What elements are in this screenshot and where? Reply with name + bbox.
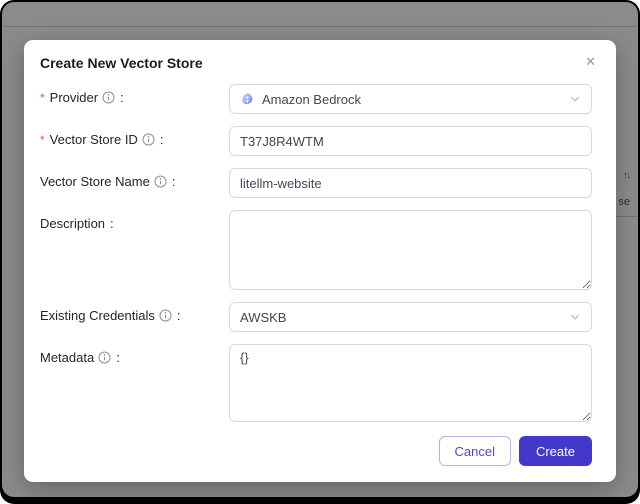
provider-selected-value: Amazon Bedrock (262, 91, 361, 107)
existing-credentials-field-row: Existing Credentials : AWSKB (40, 302, 592, 332)
vector-store-id-input[interactable] (229, 126, 592, 156)
description-field-row: Description : (40, 210, 592, 290)
provider-select[interactable]: Amazon Bedrock (229, 84, 592, 114)
description-label: Description : (40, 216, 114, 231)
background-table-divider (614, 216, 638, 217)
vector-store-id-label: * Vector Store ID : (40, 132, 164, 147)
modal-body: * Provider : Amazon Bedrock * Vector Sto… (24, 73, 616, 422)
create-button[interactable]: Create (518, 436, 592, 466)
metadata-textarea[interactable]: {} (229, 344, 592, 422)
metadata-field-row: Metadata : {} (40, 344, 592, 422)
modal-header: Create New Vector Store ✕ (24, 40, 616, 73)
info-icon[interactable] (142, 133, 155, 146)
existing-credentials-select[interactable]: AWSKB (229, 302, 592, 332)
info-icon[interactable] (159, 309, 172, 322)
modal-footer: Cancel Create (24, 434, 616, 482)
info-icon[interactable] (102, 91, 115, 104)
background-sort-icon: ↑↓ (623, 170, 631, 181)
modal-title: Create New Vector Store (40, 55, 203, 71)
screenshot-frame: ↑↓ se Create New Vector Store ✕ * Provid… (0, 0, 640, 504)
description-textarea[interactable] (229, 210, 592, 290)
vector-store-id-field-row: * Vector Store ID : (40, 126, 592, 156)
chevron-down-icon (569, 311, 581, 323)
create-vector-store-modal: Create New Vector Store ✕ * Provider : A… (24, 40, 616, 482)
chevron-down-icon (569, 93, 581, 105)
info-icon[interactable] (154, 175, 167, 188)
provider-field-row: * Provider : Amazon Bedrock (40, 84, 592, 114)
app-window: ↑↓ se Create New Vector Store ✕ * Provid… (2, 2, 638, 497)
existing-credentials-selected-value: AWSKB (240, 309, 287, 325)
metadata-label: Metadata : (40, 350, 120, 365)
info-icon[interactable] (98, 351, 111, 364)
close-icon[interactable]: ✕ (583, 53, 598, 71)
provider-label: * Provider : (40, 90, 124, 105)
existing-credentials-label: Existing Credentials : (40, 308, 181, 323)
required-marker: * (40, 90, 45, 105)
vector-store-name-field-row: Vector Store Name : (40, 168, 592, 198)
cancel-button[interactable]: Cancel (438, 436, 511, 466)
required-marker: * (40, 132, 45, 147)
vector-store-name-input[interactable] (229, 168, 592, 198)
bedrock-logo-icon (240, 92, 255, 107)
vector-store-name-label: Vector Store Name : (40, 174, 176, 189)
background-page-divider (2, 26, 638, 27)
background-partial-text: se (618, 196, 630, 208)
